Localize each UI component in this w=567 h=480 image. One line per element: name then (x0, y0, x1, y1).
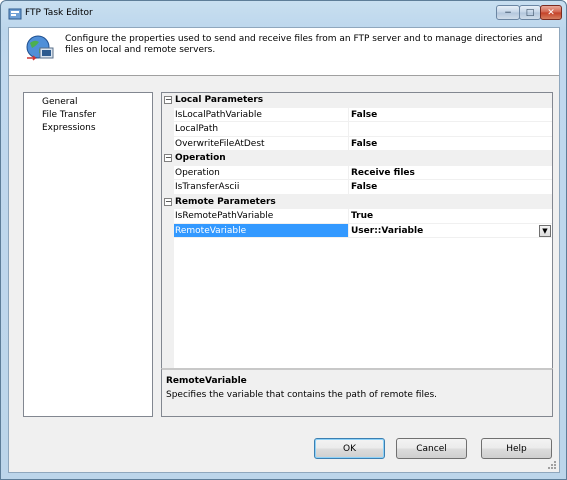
property-value[interactable]: False (349, 180, 552, 195)
collapse-icon[interactable]: − (164, 197, 172, 206)
category-operation: − Operation (162, 151, 552, 166)
property-row-istransferascii[interactable]: IsTransferAscii False (162, 180, 552, 195)
property-row-overwritefileatdest[interactable]: OverwriteFileAtDest False (162, 136, 552, 151)
property-value[interactable] (349, 122, 552, 137)
dialog-client-area: Configure the properties used to send an… (8, 27, 560, 473)
category-local-parameters: − Local Parameters (162, 93, 552, 108)
description-title: RemoteVariable (166, 376, 247, 386)
window-title: FTP Task Editor (25, 8, 93, 18)
property-row-operation[interactable]: Operation Receive files (162, 165, 552, 180)
maximize-button[interactable]: □ (519, 5, 541, 20)
help-button[interactable]: Help (481, 438, 552, 459)
property-value[interactable]: User::Variable (349, 224, 552, 238)
property-description-panel: RemoteVariable Specifies the variable th… (161, 368, 553, 417)
nav-item-general[interactable]: General (42, 97, 77, 108)
description-text: Specifies the variable that contains the… (166, 390, 438, 400)
property-row-islocalpathvariable[interactable]: IsLocalPathVariable False (162, 107, 552, 122)
property-row-localpath[interactable]: LocalPath (162, 122, 552, 137)
collapse-icon[interactable]: − (164, 154, 172, 162)
property-grid: − Local Parameters IsLocalPathVariable F… (161, 92, 553, 368)
nav-item-file-transfer[interactable]: File Transfer (42, 110, 96, 121)
minimize-button[interactable]: − (496, 5, 520, 20)
ftp-globe-icon (26, 35, 54, 61)
category-label: Remote Parameters (175, 196, 276, 207)
ok-button[interactable]: OK (314, 438, 385, 459)
cancel-button[interactable]: Cancel (396, 438, 467, 459)
property-value[interactable]: False (349, 137, 552, 151)
property-name[interactable]: OverwriteFileAtDest (174, 136, 349, 151)
dialog-header: Configure the properties used to send an… (9, 28, 559, 76)
property-name[interactable]: IsRemotePathVariable (174, 209, 349, 224)
property-name[interactable]: IsTransferAscii (174, 180, 349, 195)
property-row-remotevariable[interactable]: RemoteVariable User::Variable ▼ (162, 223, 552, 238)
property-value[interactable]: Receive files (349, 166, 552, 180)
property-value[interactable]: True (349, 209, 552, 224)
property-name[interactable]: RemoteVariable (174, 223, 349, 238)
resize-grip-icon[interactable] (547, 460, 557, 470)
category-label: Operation (175, 153, 226, 163)
property-name[interactable]: LocalPath (174, 122, 349, 137)
category-remote-parameters: − Remote Parameters (162, 194, 552, 209)
app-icon (8, 8, 22, 20)
title-bar[interactable]: FTP Task Editor − □ ✕ (1, 1, 566, 27)
property-value[interactable]: False (349, 108, 552, 122)
property-name[interactable]: IsLocalPathVariable (174, 107, 349, 122)
collapse-icon[interactable]: − (164, 96, 172, 104)
close-button[interactable]: ✕ (540, 5, 562, 20)
nav-item-expressions[interactable]: Expressions (42, 123, 96, 134)
ftp-task-editor-window: FTP Task Editor − □ ✕ Configure the prop… (0, 0, 567, 480)
chevron-down-icon[interactable]: ▼ (539, 224, 551, 237)
category-label: Local Parameters (175, 95, 264, 105)
page-nav-list: General File Transfer Expressions (23, 92, 153, 417)
property-row-isremotepathvariable[interactable]: IsRemotePathVariable True (162, 209, 552, 224)
property-name[interactable]: Operation (174, 165, 349, 180)
dialog-description: Configure the properties used to send an… (65, 34, 543, 55)
